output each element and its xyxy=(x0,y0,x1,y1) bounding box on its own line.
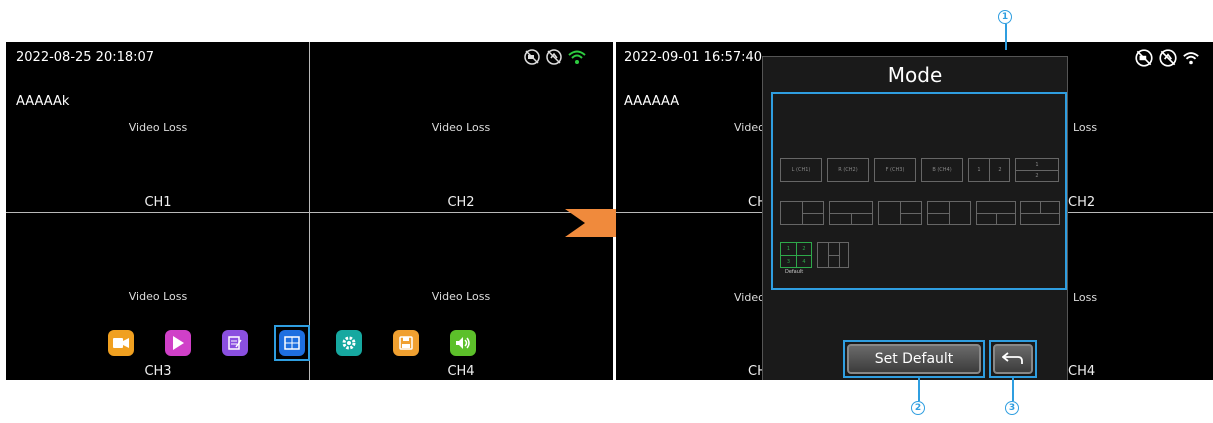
layout-quad-alt[interactable] xyxy=(817,242,849,268)
wifi-icon xyxy=(568,50,586,64)
channel-label: CH1 xyxy=(144,195,172,210)
menu-dock xyxy=(103,325,502,361)
layout-icon xyxy=(279,330,305,356)
layout-single-ch1[interactable]: L (CH1) xyxy=(780,158,822,182)
channel-label-partial: CH2 xyxy=(1068,195,1096,210)
left-dvr-screen: 2022-08-25 20:18:07 AAAAAk Video Loss Vi… xyxy=(6,42,613,380)
layout-split-1-2[interactable]: 1 2 xyxy=(968,158,1010,182)
status-icons xyxy=(1134,48,1200,68)
layout-quad-default[interactable]: 1 2 3 4 xyxy=(780,242,812,268)
layout-three-a[interactable] xyxy=(780,201,824,225)
dialog-title: Mode xyxy=(887,63,943,87)
timestamp: 2022-09-01 16:57:40 xyxy=(624,50,763,65)
channel-label: CH4 xyxy=(447,364,475,379)
layout-options-panel: L (CH1) R (CH2) F (CH3) B (CH4) 1 2 1 2 xyxy=(771,92,1067,290)
channel-status: Video Loss xyxy=(128,121,188,134)
settings-icon xyxy=(336,330,362,356)
channel-status-partial: Video xyxy=(734,291,765,304)
channel-status: Video Loss xyxy=(431,290,491,303)
callout-leader-3 xyxy=(1012,376,1014,401)
right-dvr-screen: 2022-09-01 16:57:40 AAAAAA Video Loss CH… xyxy=(616,42,1213,380)
device-name: AAAAAk xyxy=(16,94,70,109)
layout-three-e[interactable] xyxy=(976,201,1016,225)
notes-button[interactable] xyxy=(217,325,253,361)
camera-off-icon xyxy=(524,49,540,65)
layout-three-c[interactable] xyxy=(878,201,922,225)
notes-icon xyxy=(222,330,248,356)
playback-button[interactable] xyxy=(160,325,196,361)
layout-stack-1-2[interactable]: 1 2 xyxy=(1015,158,1059,182)
signal-off-icon xyxy=(1159,49,1177,67)
camera-button[interactable] xyxy=(103,325,139,361)
layout-label: R (CH2) xyxy=(838,167,858,173)
callout-marker-3: 3 xyxy=(1005,401,1019,415)
channel-label: CH3 xyxy=(144,364,172,379)
save-icon xyxy=(393,330,419,356)
camera-icon xyxy=(108,330,134,356)
device-name: AAAAAA xyxy=(624,94,680,109)
wifi-icon xyxy=(1183,52,1199,65)
default-label: Default xyxy=(785,269,804,275)
layout-three-b[interactable] xyxy=(829,201,873,225)
status-icons xyxy=(523,48,587,66)
mode-dialog: Mode L (CH1) R (CH2) F (CH3) B (CH4) 1 2… xyxy=(762,56,1068,380)
camera-off-icon xyxy=(1135,49,1153,67)
layout-label: L (CH1) xyxy=(791,167,811,173)
channel-status-partial: Video xyxy=(734,121,765,134)
layout-three-f[interactable] xyxy=(1020,201,1060,225)
timestamp: 2022-08-25 20:18:07 xyxy=(16,50,155,65)
callout-marker-2: 2 xyxy=(911,401,925,415)
save-button[interactable] xyxy=(388,325,424,361)
signal-off-icon xyxy=(546,49,562,65)
set-default-highlight xyxy=(843,340,985,378)
channel-label: CH2 xyxy=(447,195,475,210)
channel-label-partial: CH4 xyxy=(1068,364,1096,379)
volume-button[interactable] xyxy=(445,325,481,361)
channel-status: Video Loss xyxy=(431,121,491,134)
layout-single-ch3[interactable]: F (CH3) xyxy=(874,158,916,182)
layout-single-ch2[interactable]: R (CH2) xyxy=(827,158,869,182)
layout-mode-button[interactable] xyxy=(274,325,310,361)
layout-single-ch4[interactable]: B (CH4) xyxy=(921,158,963,182)
callout-leader-1 xyxy=(1005,24,1007,50)
settings-button[interactable] xyxy=(331,325,367,361)
layout-label: F (CH3) xyxy=(885,167,905,173)
volume-icon xyxy=(450,330,476,356)
callout-marker-1: 1 xyxy=(998,10,1012,24)
channel-status-partial: Loss xyxy=(1073,291,1098,304)
callout-leader-2 xyxy=(918,376,920,401)
channel-status: Video Loss xyxy=(128,290,188,303)
back-highlight xyxy=(989,340,1037,378)
channel-status-partial: Loss xyxy=(1073,121,1098,134)
playback-icon xyxy=(165,330,191,356)
layout-three-d[interactable] xyxy=(927,201,971,225)
layout-label: B (CH4) xyxy=(932,167,952,173)
